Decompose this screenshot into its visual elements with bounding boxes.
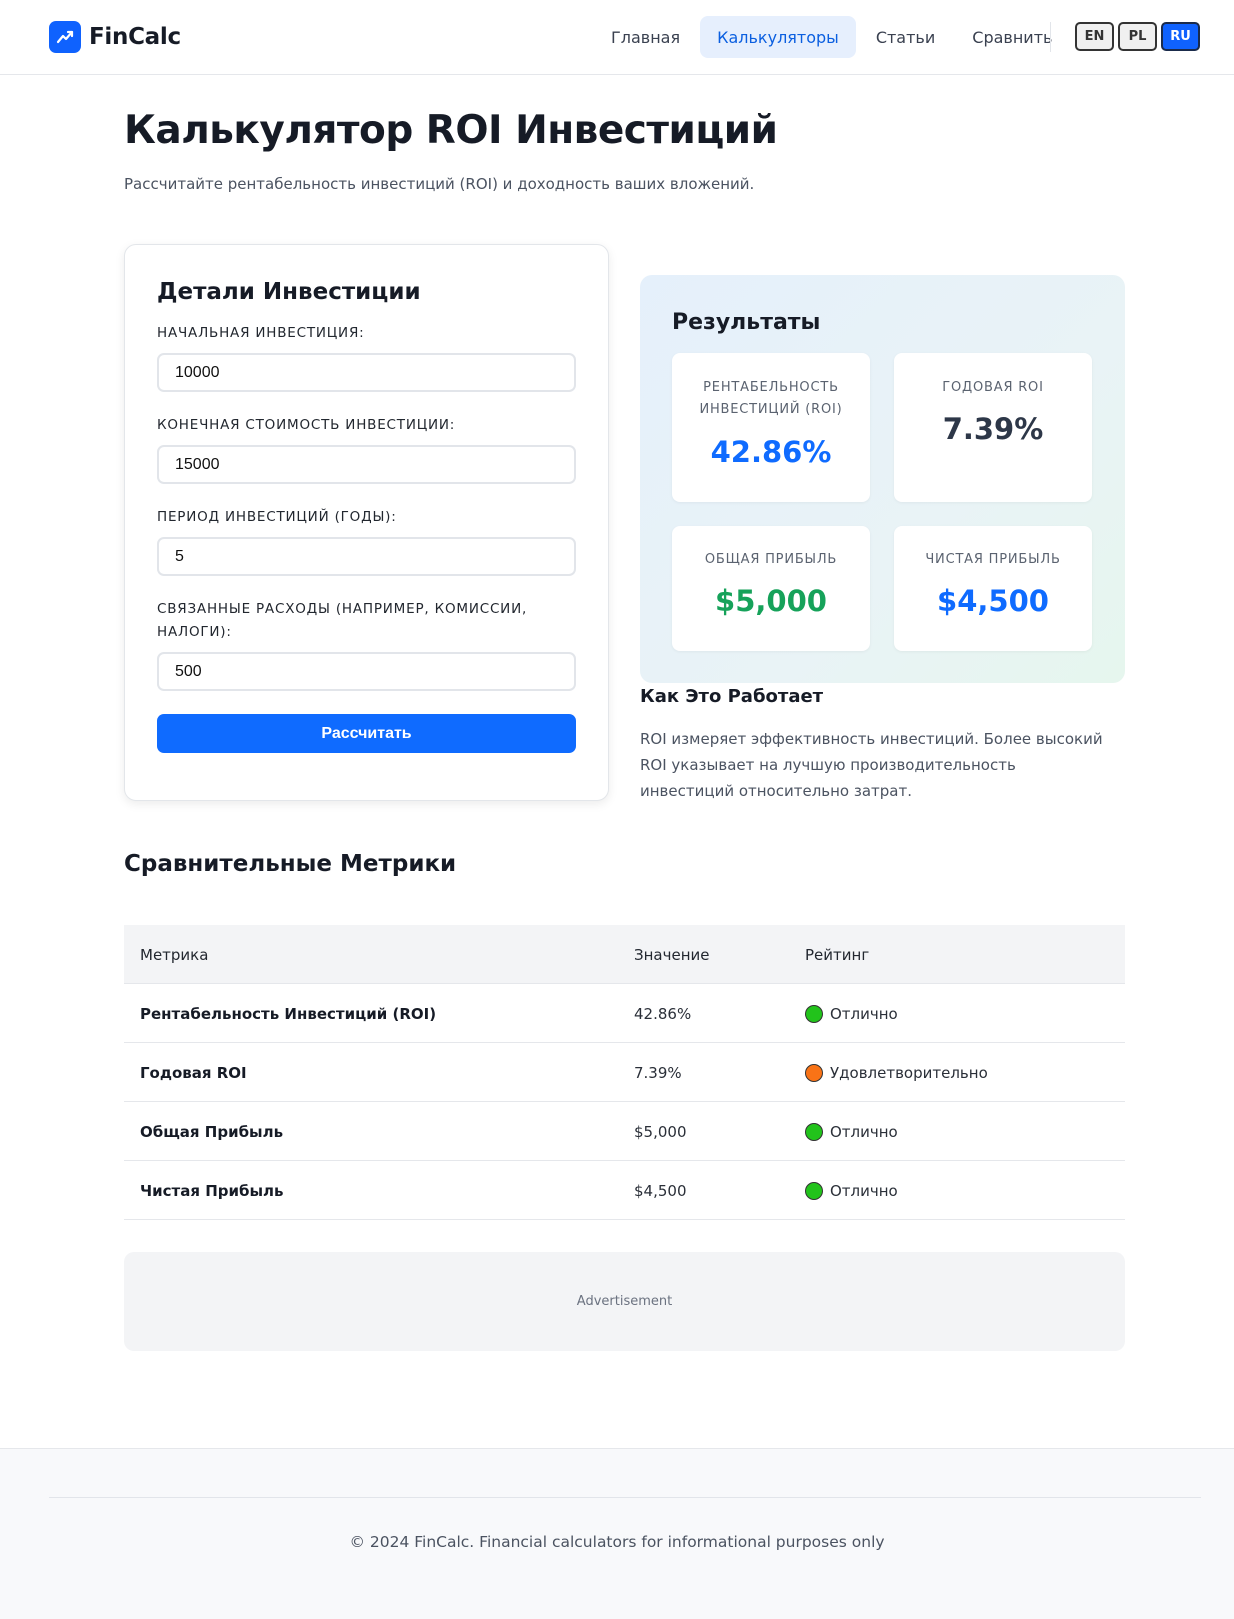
- initial-investment-input[interactable]: 10000: [157, 353, 576, 392]
- rating-label: Отлично: [830, 1122, 898, 1141]
- page-subtitle: Рассчитайте рентабельность инвестиций (R…: [124, 175, 755, 193]
- nav-item-compare[interactable]: Сравнить: [955, 16, 1069, 58]
- comparison-title: Сравнительные Метрики: [124, 851, 457, 877]
- result-net-profit-value: $4,500: [937, 584, 1049, 618]
- advertisement-label: Advertisement: [576, 1294, 673, 1309]
- result-annual-roi-label: Годовая ROI: [942, 380, 1044, 395]
- table-header: Метрика Значение Рейтинг: [124, 925, 1125, 984]
- header-rating: Рейтинг: [805, 945, 870, 964]
- rating-cell: Отлично: [805, 984, 898, 1043]
- site-header: FinCalc Главная Калькуляторы Статьи Срав…: [0, 0, 1234, 75]
- rating-cell: Отлично: [805, 1161, 898, 1220]
- result-roi: Рентабельность инвестиций (ROI) 42.86%: [672, 353, 870, 502]
- logo[interactable]: FinCalc: [49, 21, 181, 53]
- table-row: Общая Прибыль $5,000 Отлично: [124, 1102, 1125, 1161]
- investment-form: Детали Инвестиции Начальная инвестиция: …: [124, 244, 609, 801]
- costs-input[interactable]: 500: [157, 652, 576, 691]
- status-dot-icon: [805, 1181, 823, 1200]
- final-value-input[interactable]: 15000: [157, 445, 576, 484]
- header-value: Значение: [634, 945, 710, 964]
- result-total-profit-label: Общая прибыль: [704, 552, 838, 567]
- metric-cell: Общая Прибыль: [140, 1122, 284, 1141]
- status-dot-icon: [805, 1122, 823, 1141]
- table-row: Рентабельность Инвестиций (ROI) 42.86% О…: [124, 984, 1125, 1043]
- result-annual-roi: Годовая ROI 7.39%: [894, 353, 1092, 502]
- calculate-button[interactable]: Рассчитать: [157, 714, 576, 753]
- table-row: Годовая ROI 7.39% Удовлетворительно: [124, 1043, 1125, 1102]
- result-net-profit-label: Чистая прибыль: [925, 552, 1061, 567]
- advertisement-slot[interactable]: Advertisement: [124, 1252, 1125, 1351]
- footer-divider: [49, 1497, 1201, 1498]
- result-net-profit: Чистая прибыль $4,500: [894, 526, 1092, 651]
- trending-up-icon: [49, 21, 81, 53]
- lang-pl-button[interactable]: PL: [1118, 22, 1157, 51]
- rating-label: Отлично: [830, 1004, 898, 1023]
- page-title: Калькулятор ROI Инвестиций: [124, 108, 778, 153]
- logo-text: FinCalc: [89, 24, 181, 50]
- period-label: Период инвестиций (годы):: [157, 509, 397, 525]
- initial-investment-label: Начальная инвестиция:: [157, 325, 365, 341]
- nav-item-home[interactable]: Главная: [594, 16, 697, 58]
- main-nav: Главная Калькуляторы Статьи Сравнить: [594, 16, 1072, 58]
- status-dot-icon: [805, 1063, 823, 1082]
- results-title: Результаты: [672, 310, 821, 335]
- language-switcher: EN PL RU: [1075, 22, 1204, 51]
- site-footer: © 2024 FinCalc. Financial calculators fo…: [0, 1448, 1234, 1619]
- form-title: Детали Инвестиции: [157, 279, 421, 305]
- costs-label: Связанные расходы (например, комиссии, н…: [157, 601, 528, 640]
- nav-item-calculators[interactable]: Калькуляторы: [700, 16, 856, 58]
- value-cell: $5,000: [634, 1122, 687, 1141]
- table-row: Чистая Прибыль $4,500 Отлично: [124, 1161, 1125, 1220]
- metric-cell: Годовая ROI: [140, 1063, 247, 1082]
- result-roi-label: Рентабельность инвестиций (ROI): [699, 380, 843, 417]
- nav-item-articles[interactable]: Статьи: [859, 16, 952, 58]
- footer-copyright: © 2024 FinCalc. Financial calculators fo…: [349, 1533, 885, 1551]
- lang-en-button[interactable]: EN: [1075, 22, 1114, 51]
- value-cell: $4,500: [634, 1181, 687, 1200]
- nav-divider: [1050, 22, 1051, 52]
- rating-cell: Удовлетворительно: [805, 1043, 988, 1102]
- final-value-label: Конечная стоимость инвестиции:: [157, 417, 456, 433]
- period-input[interactable]: 5: [157, 537, 576, 576]
- how-it-works-text: ROI измеряет эффективность инвестиций. Б…: [640, 730, 1103, 800]
- metric-cell: Чистая Прибыль: [140, 1181, 284, 1200]
- how-it-works-title: Как Это Работает: [640, 686, 824, 707]
- comparison-table: Метрика Значение Рейтинг Рентабельность …: [124, 925, 1125, 1220]
- header-metric: Метрика: [140, 945, 209, 964]
- result-roi-value: 42.86%: [710, 435, 832, 469]
- results-panel: Результаты Рентабельность инвестиций (RO…: [640, 275, 1125, 683]
- result-total-profit-value: $5,000: [715, 584, 827, 618]
- value-cell: 42.86%: [634, 1004, 692, 1023]
- metric-cell: Рентабельность Инвестиций (ROI): [140, 1004, 437, 1023]
- lang-ru-button[interactable]: RU: [1161, 22, 1200, 51]
- result-total-profit: Общая прибыль $5,000: [672, 526, 870, 651]
- status-dot-icon: [805, 1004, 823, 1023]
- rating-label: Отлично: [830, 1181, 898, 1200]
- rating-cell: Отлично: [805, 1102, 898, 1161]
- rating-label: Удовлетворительно: [830, 1063, 988, 1082]
- value-cell: 7.39%: [634, 1063, 682, 1082]
- result-annual-roi-value: 7.39%: [942, 412, 1044, 446]
